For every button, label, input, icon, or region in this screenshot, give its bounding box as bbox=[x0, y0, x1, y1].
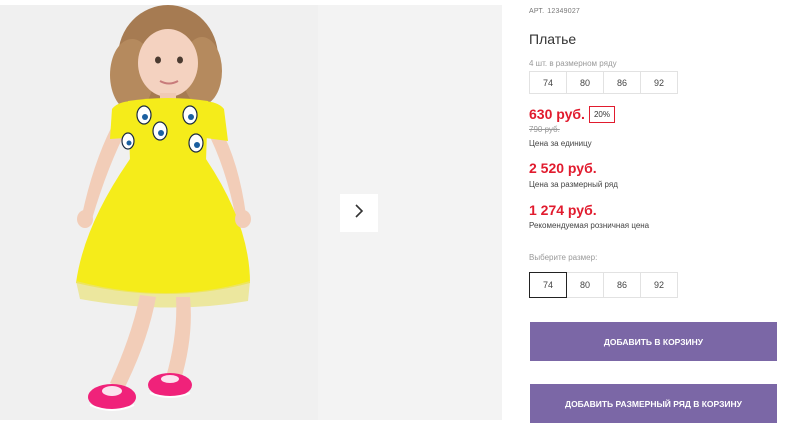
article-number: АРТ. 12349027 bbox=[529, 8, 583, 15]
pack-price-caption: Цена за размерный ряд bbox=[529, 180, 618, 189]
product-photo-illustration bbox=[0, 5, 318, 420]
pack-size: 74 bbox=[529, 71, 567, 94]
pack-size: 80 bbox=[566, 71, 604, 94]
size-option-74[interactable]: 74 bbox=[529, 272, 567, 298]
choose-size-label: Выберите размер: bbox=[529, 253, 598, 262]
unit-price-caption: Цена за единицу bbox=[529, 139, 592, 148]
pack-size: 86 bbox=[603, 71, 641, 94]
discount-badge: 20% bbox=[589, 106, 615, 123]
size-option-86[interactable]: 86 bbox=[603, 272, 641, 298]
size-option-80[interactable]: 80 bbox=[566, 272, 604, 298]
add-to-cart-button[interactable]: ДОБАВИТЬ В КОРЗИНУ bbox=[530, 322, 777, 361]
pack-price: 2 520 руб. bbox=[529, 160, 597, 176]
article-value: 12349027 bbox=[547, 8, 581, 15]
pack-label: 4 шт. в размерном ряду bbox=[529, 59, 617, 68]
article-label: АРТ. bbox=[529, 8, 545, 15]
product-photo bbox=[0, 5, 318, 420]
product-gallery bbox=[0, 0, 502, 420]
retail-price-caption: Рекомендуемая розничная цена bbox=[529, 221, 650, 230]
unit-price: 630 руб. bbox=[529, 106, 585, 122]
next-photo-button[interactable] bbox=[340, 194, 378, 232]
size-selector: 74 80 86 92 bbox=[529, 272, 678, 298]
chevron-right-icon bbox=[352, 203, 366, 224]
old-price: 790 руб. bbox=[529, 125, 560, 134]
product-title: Платье bbox=[529, 31, 577, 47]
pack-size: 92 bbox=[640, 71, 678, 94]
add-pack-to-cart-button[interactable]: ДОБАВИТЬ РАЗМЕРНЫЙ РЯД В КОРЗИНУ bbox=[530, 384, 777, 423]
retail-price: 1 274 руб. bbox=[529, 202, 597, 218]
size-option-92[interactable]: 92 bbox=[640, 272, 678, 298]
pack-sizes: 74 80 86 92 bbox=[529, 71, 678, 94]
